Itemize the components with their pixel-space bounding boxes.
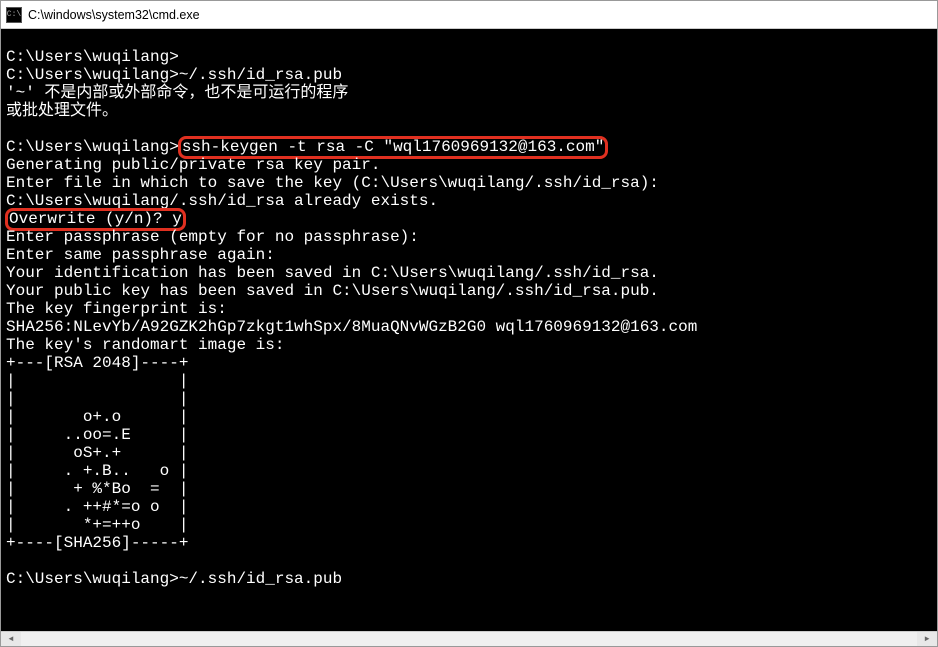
console-line: SHA256:NLevYb/A92GZK2hGp7zkgt1whSpx/8Mua… xyxy=(6,318,697,336)
randomart-line: | o+.o | xyxy=(6,408,188,426)
cmd-icon-label: C:\ xyxy=(7,10,21,19)
console-line: C:\Users\wuqilang>ssh-keygen -t rsa -C "… xyxy=(6,138,607,156)
randomart-line: | ..oo=.E | xyxy=(6,426,188,444)
console-line: C:\Users\wuqilang>~/.ssh/id_rsa.pub xyxy=(6,66,342,84)
horizontal-scrollbar[interactable]: ◄ ► xyxy=(1,631,937,646)
console-line: The key's randomart image is: xyxy=(6,336,284,354)
cmd-window: C:\ C:\windows\system32\cmd.exe C:\Users… xyxy=(0,0,938,647)
console-line: Generating public/private rsa key pair. xyxy=(6,156,380,174)
console-line: The key fingerprint is: xyxy=(6,300,227,318)
randomart-line: | + %*Bo = | xyxy=(6,480,188,498)
randomart-line: | oS+.+ | xyxy=(6,444,188,462)
console-line: C:\Users\wuqilang>~/.ssh/id_rsa.pub xyxy=(6,570,342,588)
console-line: Your public key has been saved in C:\Use… xyxy=(6,282,659,300)
console-line: C:\Users\wuqilang> xyxy=(6,48,179,66)
console-line: 或批处理文件。 xyxy=(6,102,118,120)
randomart-line: | . ++#*=o o | xyxy=(6,498,188,516)
scroll-left-button[interactable]: ◄ xyxy=(1,632,21,646)
scroll-right-button[interactable]: ► xyxy=(917,632,937,646)
randomart-line: +---[RSA 2048]----+ xyxy=(6,354,188,372)
window-title: C:\windows\system32\cmd.exe xyxy=(28,8,200,22)
randomart-line: +----[SHA256]-----+ xyxy=(6,534,188,552)
randomart-line: | . +.B.. o | xyxy=(6,462,188,480)
console-line: '~' 不是内部或外部命令，也不是可运行的程序 xyxy=(6,84,348,102)
console-line: Overwrite (y/n)? y xyxy=(6,210,185,228)
randomart-line: | | xyxy=(6,390,188,408)
scroll-track[interactable] xyxy=(21,632,917,646)
titlebar[interactable]: C:\ C:\windows\system32\cmd.exe xyxy=(1,1,937,29)
console-line: Enter file in which to save the key (C:\… xyxy=(6,174,659,192)
console-output[interactable]: C:\Users\wuqilang> C:\Users\wuqilang>~/.… xyxy=(1,29,937,631)
randomart-line: | *+=++o | xyxy=(6,516,188,534)
console-line: Enter same passphrase again: xyxy=(6,246,275,264)
console-line: Enter passphrase (empty for no passphras… xyxy=(6,228,419,246)
console-line: Your identification has been saved in C:… xyxy=(6,264,659,282)
randomart-line: | | xyxy=(6,372,188,390)
cmd-icon: C:\ xyxy=(6,7,22,23)
prompt: C:\Users\wuqilang> xyxy=(6,138,179,156)
